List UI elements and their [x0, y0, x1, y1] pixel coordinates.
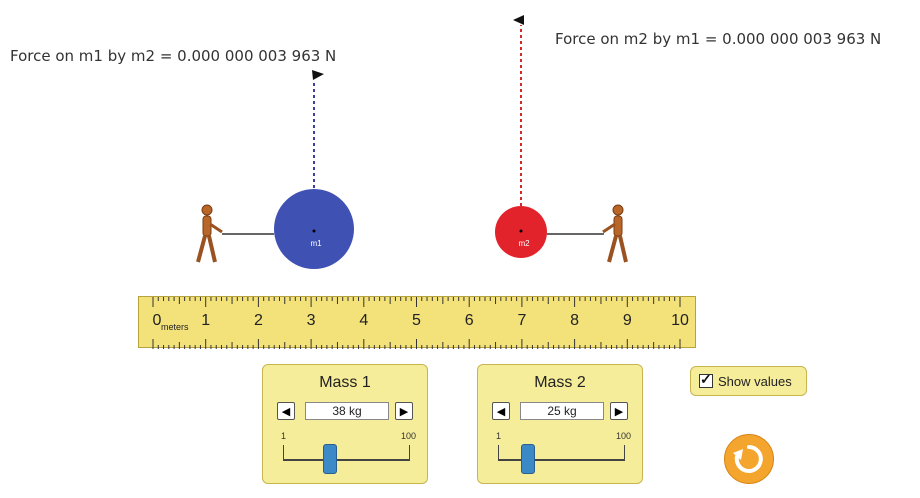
ruler-number: 9 — [622, 312, 632, 329]
mass-1-panel: Mass 1 ◀ 38 kg ▶ 1 100 — [262, 364, 428, 484]
ruler-number: 10 — [671, 312, 689, 329]
show-values-label: Show values — [718, 373, 792, 389]
show-values-checkbox[interactable] — [699, 371, 713, 388]
force-vector-m2 — [513, 15, 524, 230]
mass-1-label: m1 — [310, 239, 322, 248]
mass-2-slider-track[interactable] — [498, 459, 625, 461]
ruler-number: 6 — [464, 312, 474, 329]
mass-1-decrement-button[interactable]: ◀ — [277, 402, 295, 420]
mass-2-panel: Mass 2 ◀ 25 kg ▶ 1 100 — [477, 364, 643, 484]
ruler-number: 4 — [359, 312, 369, 329]
mass-1-slider-track[interactable] — [283, 459, 410, 461]
right-arrow-icon: ▶ — [399, 405, 409, 418]
reset-button[interactable] — [724, 434, 774, 484]
mass-1-slider-thumb[interactable] — [322, 444, 337, 474]
ruler-number: 8 — [570, 312, 580, 329]
left-puller-figure[interactable] — [196, 204, 223, 263]
mass-1-min-label: 1 — [281, 431, 287, 441]
simulation-scene: m1 m2 — [196, 15, 628, 269]
ruler-number: 7 — [517, 312, 527, 329]
left-arrow-icon: ◀ — [281, 405, 291, 418]
mass-1-title: Mass 1 — [319, 374, 371, 391]
ruler-number: 5 — [412, 312, 421, 329]
meter-ruler[interactable]: 0 1 2 3 4 5 6 7 8 9 10 meters — [138, 296, 696, 349]
ruler-number: 2 — [253, 312, 263, 329]
mass-2-ball[interactable]: m2 — [495, 206, 547, 258]
right-arrow-icon: ▶ — [614, 405, 624, 418]
ruler-unit-label: meters — [161, 322, 189, 332]
ruler-number: 1 — [201, 312, 211, 329]
mass-2-title: Mass 2 — [534, 374, 586, 391]
mass-2-max-label: 100 — [616, 431, 632, 441]
mass-1-max-label: 100 — [401, 431, 417, 441]
mass-2-increment-button[interactable]: ▶ — [610, 402, 628, 420]
mass-2-value-field[interactable]: 25 kg — [520, 402, 604, 420]
mass-1-ball[interactable]: m1 — [274, 189, 354, 269]
mass-1-increment-button[interactable]: ▶ — [395, 402, 413, 420]
reset-icon — [733, 445, 763, 473]
mass-2-label: m2 — [518, 239, 530, 248]
mass-2-slider-thumb[interactable] — [521, 444, 536, 474]
show-values-toggle[interactable]: Show values — [690, 366, 807, 396]
left-arrow-icon: ◀ — [496, 405, 506, 418]
right-puller-figure[interactable] — [602, 204, 628, 263]
mass-2-decrement-button[interactable]: ◀ — [492, 402, 510, 420]
ruler-number: 3 — [306, 312, 316, 329]
mass-1-value-field[interactable]: 38 kg — [305, 402, 389, 420]
mass-2-min-label: 1 — [496, 431, 502, 441]
